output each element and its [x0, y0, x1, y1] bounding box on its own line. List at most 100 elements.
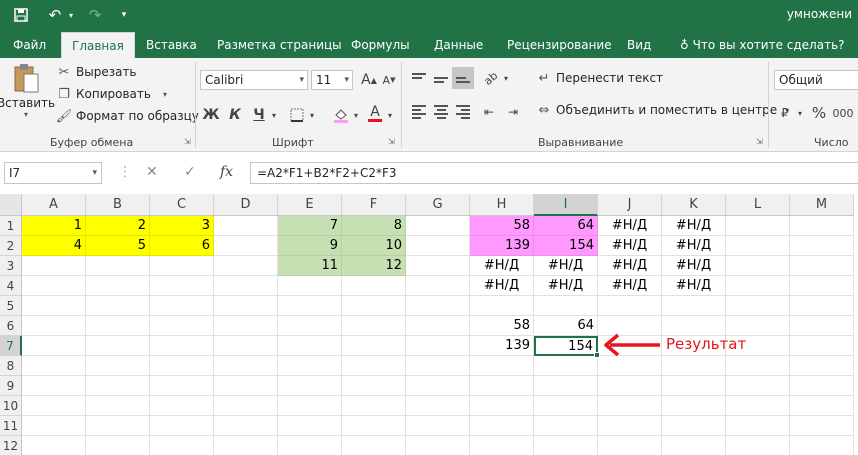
- cell-e12[interactable]: [278, 436, 342, 455]
- cell-m12[interactable]: [790, 436, 854, 455]
- fill-color-dropdown-icon[interactable]: ▾: [350, 104, 362, 126]
- cell-l6[interactable]: [726, 316, 790, 336]
- cell-m6[interactable]: [790, 316, 854, 336]
- cell-k9[interactable]: [662, 376, 726, 396]
- cell-g4[interactable]: [406, 276, 470, 296]
- cell-j10[interactable]: [598, 396, 662, 416]
- cell-g2[interactable]: [406, 236, 470, 256]
- clipboard-launcher-icon[interactable]: ⇲: [184, 137, 193, 146]
- cell-m9[interactable]: [790, 376, 854, 396]
- cell-k5[interactable]: [662, 296, 726, 316]
- cell-h6[interactable]: 58: [470, 316, 534, 336]
- cell-h2[interactable]: 139: [470, 236, 534, 256]
- cell-h7[interactable]: 139: [470, 336, 534, 356]
- percent-button[interactable]: %: [808, 102, 830, 124]
- tab-insert[interactable]: Вставка: [136, 32, 207, 58]
- increase-indent-button[interactable]: ⇥: [502, 101, 524, 123]
- cell-a4[interactable]: [22, 276, 86, 296]
- cell-h4[interactable]: #Н/Д: [470, 276, 534, 296]
- cell-j3[interactable]: #Н/Д: [598, 256, 662, 276]
- cell-k10[interactable]: [662, 396, 726, 416]
- cell-m11[interactable]: [790, 416, 854, 436]
- cell-c2[interactable]: 6: [150, 236, 214, 256]
- cell-k4[interactable]: #Н/Д: [662, 276, 726, 296]
- row-header-11[interactable]: 11: [0, 416, 22, 436]
- cell-e10[interactable]: [278, 396, 342, 416]
- cell-m8[interactable]: [790, 356, 854, 376]
- column-header-a[interactable]: A: [22, 194, 86, 216]
- decrease-indent-button[interactable]: ⇤: [478, 101, 500, 123]
- cell-i9[interactable]: [534, 376, 598, 396]
- cut-button[interactable]: ✂ Вырезать: [56, 64, 137, 80]
- cell-a11[interactable]: [22, 416, 86, 436]
- cell-k6[interactable]: [662, 316, 726, 336]
- cell-m3[interactable]: [790, 256, 854, 276]
- insert-function-button[interactable]: fx: [220, 164, 233, 180]
- format-painter-button[interactable]: 🖌 Формат по образцу: [56, 108, 199, 124]
- shrink-font-button[interactable]: A ▼: [378, 69, 400, 91]
- row-header-12[interactable]: 12: [0, 436, 22, 455]
- row-header-7[interactable]: 7: [0, 336, 22, 356]
- fill-handle[interactable]: [594, 352, 600, 358]
- font-launcher-icon[interactable]: ⇲: [388, 137, 397, 146]
- wrap-text-button[interactable]: ↵ Перенести текст: [536, 70, 664, 86]
- cell-b9[interactable]: [86, 376, 150, 396]
- cell-f2[interactable]: 10: [342, 236, 406, 256]
- column-header-m[interactable]: M: [790, 194, 854, 216]
- cell-i4[interactable]: #Н/Д: [534, 276, 598, 296]
- cell-l12[interactable]: [726, 436, 790, 455]
- cell-e7[interactable]: [278, 336, 342, 356]
- cell-b8[interactable]: [86, 356, 150, 376]
- tell-me-box[interactable]: ♁ Что вы хотите сделать?: [670, 32, 855, 58]
- cell-k11[interactable]: [662, 416, 726, 436]
- column-header-e[interactable]: E: [278, 194, 342, 216]
- name-box[interactable]: I7 ▾: [4, 162, 102, 184]
- cell-g7[interactable]: [406, 336, 470, 356]
- row-header-8[interactable]: 8: [0, 356, 22, 376]
- customize-toolbar-icon[interactable]: ▾: [118, 4, 130, 26]
- cell-g1[interactable]: [406, 216, 470, 236]
- cell-b2[interactable]: 5: [86, 236, 150, 256]
- cell-g5[interactable]: [406, 296, 470, 316]
- column-header-k[interactable]: K: [662, 194, 726, 216]
- paste-button[interactable]: Вставить ▾: [0, 62, 55, 128]
- underline-button[interactable]: Ч: [248, 104, 270, 126]
- cell-f12[interactable]: [342, 436, 406, 455]
- cell-j4[interactable]: #Н/Д: [598, 276, 662, 296]
- row-header-4[interactable]: 4: [0, 276, 22, 296]
- cell-b11[interactable]: [86, 416, 150, 436]
- column-header-h[interactable]: H: [470, 194, 534, 216]
- tab-formulas[interactable]: Формулы: [341, 32, 420, 58]
- row-header-5[interactable]: 5: [0, 296, 22, 316]
- row-header-1[interactable]: 1: [0, 216, 22, 236]
- confirm-entry-button[interactable]: ✓: [184, 164, 196, 180]
- undo-icon[interactable]: ↶: [44, 4, 66, 26]
- spreadsheet-grid[interactable]: A B C D E F G H I J K L M 1 1 2 3 7 8 58 64 #Н/Д #Н/Д 2 4 5 6 9 10 13…: [0, 194, 858, 455]
- number-format-combo[interactable]: Общий: [774, 70, 858, 90]
- cell-m5[interactable]: [790, 296, 854, 316]
- cell-c10[interactable]: [150, 396, 214, 416]
- cell-c7[interactable]: [150, 336, 214, 356]
- cell-c8[interactable]: [150, 356, 214, 376]
- cell-h10[interactable]: [470, 396, 534, 416]
- font-color-dropdown-icon[interactable]: ▾: [384, 104, 396, 126]
- cell-e5[interactable]: [278, 296, 342, 316]
- cell-g6[interactable]: [406, 316, 470, 336]
- row-header-9[interactable]: 9: [0, 376, 22, 396]
- column-header-j[interactable]: J: [598, 194, 662, 216]
- cell-k12[interactable]: [662, 436, 726, 455]
- italic-button[interactable]: К: [224, 104, 246, 126]
- font-color-button[interactable]: A: [364, 102, 386, 124]
- cell-h9[interactable]: [470, 376, 534, 396]
- align-top-button[interactable]: [408, 67, 430, 89]
- cell-f8[interactable]: [342, 356, 406, 376]
- cell-l8[interactable]: [726, 356, 790, 376]
- cell-a1[interactable]: 1: [22, 216, 86, 236]
- cell-e3[interactable]: 11: [278, 256, 342, 276]
- cell-i8[interactable]: [534, 356, 598, 376]
- cell-c5[interactable]: [150, 296, 214, 316]
- column-header-i[interactable]: I: [534, 194, 598, 216]
- cell-l11[interactable]: [726, 416, 790, 436]
- cell-k8[interactable]: [662, 356, 726, 376]
- tab-view[interactable]: Вид: [617, 32, 661, 58]
